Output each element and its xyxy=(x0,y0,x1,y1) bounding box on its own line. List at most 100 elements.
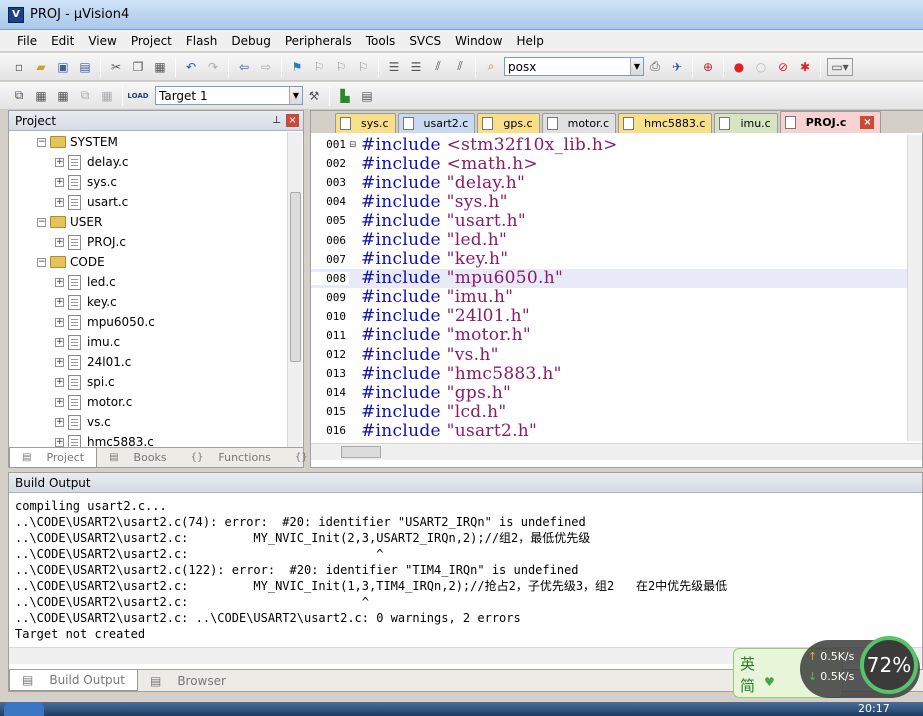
scrollbar-thumb[interactable] xyxy=(341,446,381,458)
menu-item-tools[interactable]: Tools xyxy=(359,34,403,48)
editor-vertical-scrollbar[interactable] xyxy=(907,135,922,441)
nav-back-icon[interactable]: ⇦ xyxy=(235,58,253,76)
find-combo[interactable]: posx ▼ xyxy=(504,57,644,76)
menu-item-window[interactable]: Window xyxy=(448,34,509,48)
batch-build-icon[interactable]: ⧉ xyxy=(76,87,94,105)
code-line[interactable]: 003 #include "delay.h" xyxy=(311,173,907,193)
expand-toggle-icon[interactable]: + xyxy=(55,357,64,367)
tab-functions[interactable]: {} Functions xyxy=(179,451,283,464)
window-layout-icon[interactable]: ▭▾ xyxy=(827,57,853,76)
debug-icon[interactable]: ⊕ xyxy=(699,58,717,76)
tree-file[interactable]: + mpu6050.c xyxy=(9,312,287,332)
new-file-icon[interactable]: ▫ xyxy=(10,58,28,76)
breakpoint-icon[interactable]: ● xyxy=(730,58,748,76)
menu-item-svcs[interactable]: SVCS xyxy=(402,34,448,48)
menu-item-help[interactable]: Help xyxy=(509,34,550,48)
stop-build-icon[interactable]: ▦ xyxy=(98,87,116,105)
expand-toggle-icon[interactable]: + xyxy=(55,437,64,447)
uncomment-icon[interactable]: ⫽ xyxy=(451,58,469,76)
code-line[interactable]: 011 #include "motor.h" xyxy=(311,325,907,345)
undo-icon[interactable]: ↶ xyxy=(182,58,200,76)
save-all-icon[interactable]: ▤ xyxy=(76,58,94,76)
tree-file[interactable]: + imu.c xyxy=(9,332,287,352)
breakpoint-disabled-icon[interactable]: ○ xyxy=(752,58,770,76)
tree-file[interactable]: + led.c xyxy=(9,272,287,292)
download-icon[interactable]: LOAD xyxy=(127,87,148,105)
code-line[interactable]: 012 #include "vs.h" xyxy=(311,345,907,365)
expand-toggle-icon[interactable]: − xyxy=(37,257,46,267)
editor-tab-motor-c[interactable]: motor.c xyxy=(541,113,617,133)
expand-toggle-icon[interactable]: + xyxy=(55,397,64,407)
disable-all-breakpoints-icon[interactable]: ✱ xyxy=(796,58,814,76)
paste-icon[interactable]: ▦ xyxy=(151,58,169,76)
target-options-icon[interactable]: ⚒ xyxy=(305,87,323,105)
menu-item-debug[interactable]: Debug xyxy=(224,34,277,48)
tree-file[interactable]: + sys.c xyxy=(9,172,287,192)
open-folder-icon[interactable]: ▰ xyxy=(32,58,50,76)
cut-icon[interactable]: ✂ xyxy=(107,58,125,76)
code-line[interactable]: 002 #include <math.h> xyxy=(311,154,907,174)
save-icon[interactable]: ▣ xyxy=(54,58,72,76)
tree-file[interactable]: + delay.c xyxy=(9,152,287,172)
tree-file[interactable]: +24l01.c xyxy=(9,352,287,372)
menu-item-flash[interactable]: Flash xyxy=(179,34,224,48)
expand-toggle-icon[interactable]: + xyxy=(55,337,64,347)
tree-file[interactable]: + vs.c xyxy=(9,412,287,432)
translate-icon[interactable]: ⧉ xyxy=(10,87,28,105)
find-icon[interactable]: ⎙ xyxy=(646,58,664,76)
expand-toggle-icon[interactable]: + xyxy=(55,317,64,327)
menu-item-edit[interactable]: Edit xyxy=(44,34,81,48)
redo-icon[interactable]: ↷ xyxy=(204,58,222,76)
next-bookmark-icon[interactable]: ⚐ xyxy=(332,58,350,76)
code-line[interactable]: 006 #include "led.h" xyxy=(311,230,907,250)
incremental-find-icon[interactable]: ✈ xyxy=(668,58,686,76)
tree-folder[interactable]: − USER xyxy=(9,212,287,232)
tree-folder[interactable]: − CODE xyxy=(9,252,287,272)
code-line[interactable]: 010 #include "24l01.h" xyxy=(311,306,907,326)
editor-tab-sys-c[interactable]: sys.c xyxy=(335,113,396,133)
menu-item-project[interactable]: Project xyxy=(124,34,179,48)
code-view[interactable]: 001 ⊟ #include <stm32f10x_lib.h> 002 #includ… xyxy=(311,135,907,441)
expand-toggle-icon[interactable]: + xyxy=(55,297,64,307)
tree-file[interactable]: + PROJ.c xyxy=(9,232,287,252)
code-line[interactable]: 004 #include "sys.h" xyxy=(311,192,907,212)
code-line[interactable]: 013 #include "hmc5883.h" xyxy=(311,364,907,384)
tree-file[interactable]: + motor.c xyxy=(9,392,287,412)
menu-item-file[interactable]: File xyxy=(10,34,44,48)
build-output-text[interactable]: compiling usart2.c... ..\CODE\USART2\usar… xyxy=(15,498,915,642)
cpu-usage-gauge[interactable]: 72% xyxy=(860,636,918,694)
expand-toggle-icon[interactable]: + xyxy=(55,197,64,207)
code-line[interactable]: 008 #include "mpu6050.h" xyxy=(311,268,907,288)
expand-toggle-icon[interactable]: + xyxy=(55,417,64,427)
close-icon[interactable]: × xyxy=(286,114,299,127)
editor-tab-gps-c[interactable]: gps.c xyxy=(477,113,540,133)
clock[interactable]: 20:17 xyxy=(858,702,890,715)
manage-components-icon[interactable]: ▙ xyxy=(336,87,354,105)
clear-bookmarks-icon[interactable]: ⚐ xyxy=(354,58,372,76)
target-combo[interactable]: Target 1 ▼ xyxy=(155,86,303,105)
tab-project[interactable]: ▤ Project xyxy=(9,447,98,468)
code-line[interactable]: 009 #include "imu.h" xyxy=(311,287,907,307)
tab-build-output[interactable]: ▤ Build Output xyxy=(9,670,138,691)
close-tab-icon[interactable]: × xyxy=(860,116,875,129)
scrollbar-thumb[interactable] xyxy=(290,192,301,362)
find-in-files-icon[interactable]: ⌕ xyxy=(482,58,500,76)
editor-tab-imu-c[interactable]: imu.c xyxy=(714,113,778,133)
prev-bookmark-icon[interactable]: ⚐ xyxy=(310,58,328,76)
expand-toggle-icon[interactable]: + xyxy=(55,177,64,187)
menu-item-peripherals[interactable]: Peripherals xyxy=(278,34,359,48)
build-icon[interactable]: ▦ xyxy=(32,87,50,105)
expand-toggle-icon[interactable]: − xyxy=(37,137,46,147)
kill-breakpoints-icon[interactable]: ⊘ xyxy=(774,58,792,76)
copy-icon[interactable]: ❐ xyxy=(129,58,147,76)
tree-folder[interactable]: − SYSTEM xyxy=(9,132,287,152)
rebuild-icon[interactable]: ▦ xyxy=(54,87,72,105)
unindent-icon[interactable]: ☰ xyxy=(407,58,425,76)
editor-tab-usart2-c[interactable]: usart2.c xyxy=(397,113,476,133)
tree-file[interactable]: + usart.c xyxy=(9,192,287,212)
expand-toggle-icon[interactable]: + xyxy=(55,377,64,387)
project-tree-scrollbar[interactable] xyxy=(287,132,302,448)
expand-toggle-icon[interactable]: − xyxy=(37,217,46,227)
expand-toggle-icon[interactable]: + xyxy=(55,157,64,167)
tab-browser[interactable]: ▤ Browser xyxy=(138,670,238,691)
